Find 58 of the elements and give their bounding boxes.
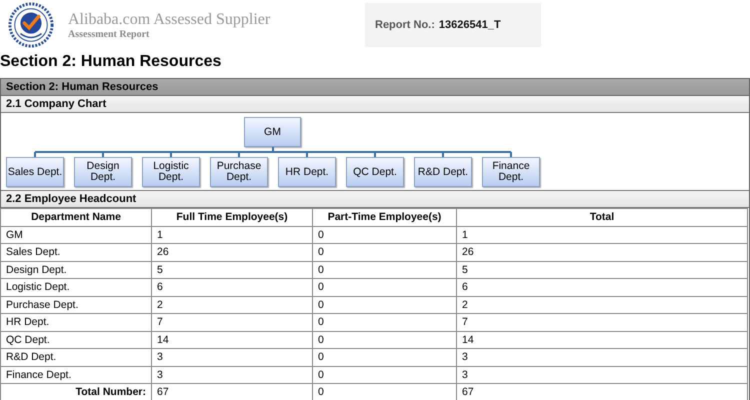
table-cell: Logistic Dept. <box>0 278 152 296</box>
table-cell: Purchase Dept. <box>0 296 152 314</box>
subsection-bar: 2.1 Company Chart <box>1 96 749 113</box>
table-cell: 3 <box>456 366 748 384</box>
table-cell: 0 <box>312 314 456 331</box>
table-cell: Sales Dept. <box>0 244 152 261</box>
table-cell: 0 <box>312 261 456 278</box>
report-number: 13626541_T <box>438 19 501 31</box>
subsection-bar: 2.2 Employee Headcount <box>1 190 749 208</box>
table-cell: 3 <box>152 348 312 366</box>
table-cell: Finance Dept. <box>0 366 152 384</box>
table-cell: 0 <box>312 244 456 261</box>
org-node: HR Dept. <box>278 157 336 187</box>
table-cell: GM <box>0 226 152 244</box>
column-header: Full Time Employee(s) <box>152 208 312 226</box>
org-node: R&D Dept. <box>414 157 472 187</box>
table-cell: 1 <box>456 226 748 244</box>
report-label: Report No.: <box>375 19 435 31</box>
column-header: Part-Time Employee(s) <box>312 208 456 226</box>
table-cell: 26 <box>152 244 312 261</box>
table-cell: 6 <box>152 278 312 296</box>
table-cell: 6 <box>456 278 748 296</box>
table-cell: 2 <box>152 296 312 314</box>
table-cell: 0 <box>312 226 456 244</box>
table-cell: Total Number: <box>0 384 152 400</box>
org-node: Purchase Dept. <box>210 157 268 187</box>
page-title: Section 2: Human Resources <box>0 52 222 72</box>
brand-title: Alibaba.com Assessed Supplier <box>68 10 272 28</box>
table-cell: HR Dept. <box>0 314 152 331</box>
table-cell: Design Dept. <box>0 261 152 278</box>
table-cell: 26 <box>456 244 748 261</box>
table-cell: 5 <box>152 261 312 278</box>
table-cell: QC Dept. <box>0 331 152 348</box>
table-cell: 2 <box>456 296 748 314</box>
table-cell: 0 <box>312 366 456 384</box>
table-cell: 14 <box>456 331 748 348</box>
section-bar: Section 2: Human Resources <box>1 79 749 96</box>
table-cell: 7 <box>152 314 312 331</box>
org-node: GM <box>244 117 301 147</box>
table-cell: 0 <box>312 278 456 296</box>
table-cell: 0 <box>312 348 456 366</box>
report-subtitle: Assessment Report <box>68 28 150 40</box>
table-cell: 0 <box>312 296 456 314</box>
table-cell: 7 <box>456 314 748 331</box>
org-node: Design Dept. <box>74 157 132 187</box>
table-cell: R&D Dept. <box>0 348 152 366</box>
org-node: QC Dept. <box>346 157 404 187</box>
column-header: Total <box>456 208 748 226</box>
table-cell: 3 <box>456 348 748 366</box>
table-cell: 1 <box>152 226 312 244</box>
table-cell: 14 <box>152 331 312 348</box>
table-cell: 5 <box>456 261 748 278</box>
table-cell: 3 <box>152 366 312 384</box>
org-node: Sales Dept. <box>6 157 64 187</box>
org-node: Finance Dept. <box>482 157 540 187</box>
column-header: Department Name <box>0 208 152 226</box>
table-cell: 0 <box>312 331 456 348</box>
org-node: Logistic Dept. <box>142 157 200 187</box>
